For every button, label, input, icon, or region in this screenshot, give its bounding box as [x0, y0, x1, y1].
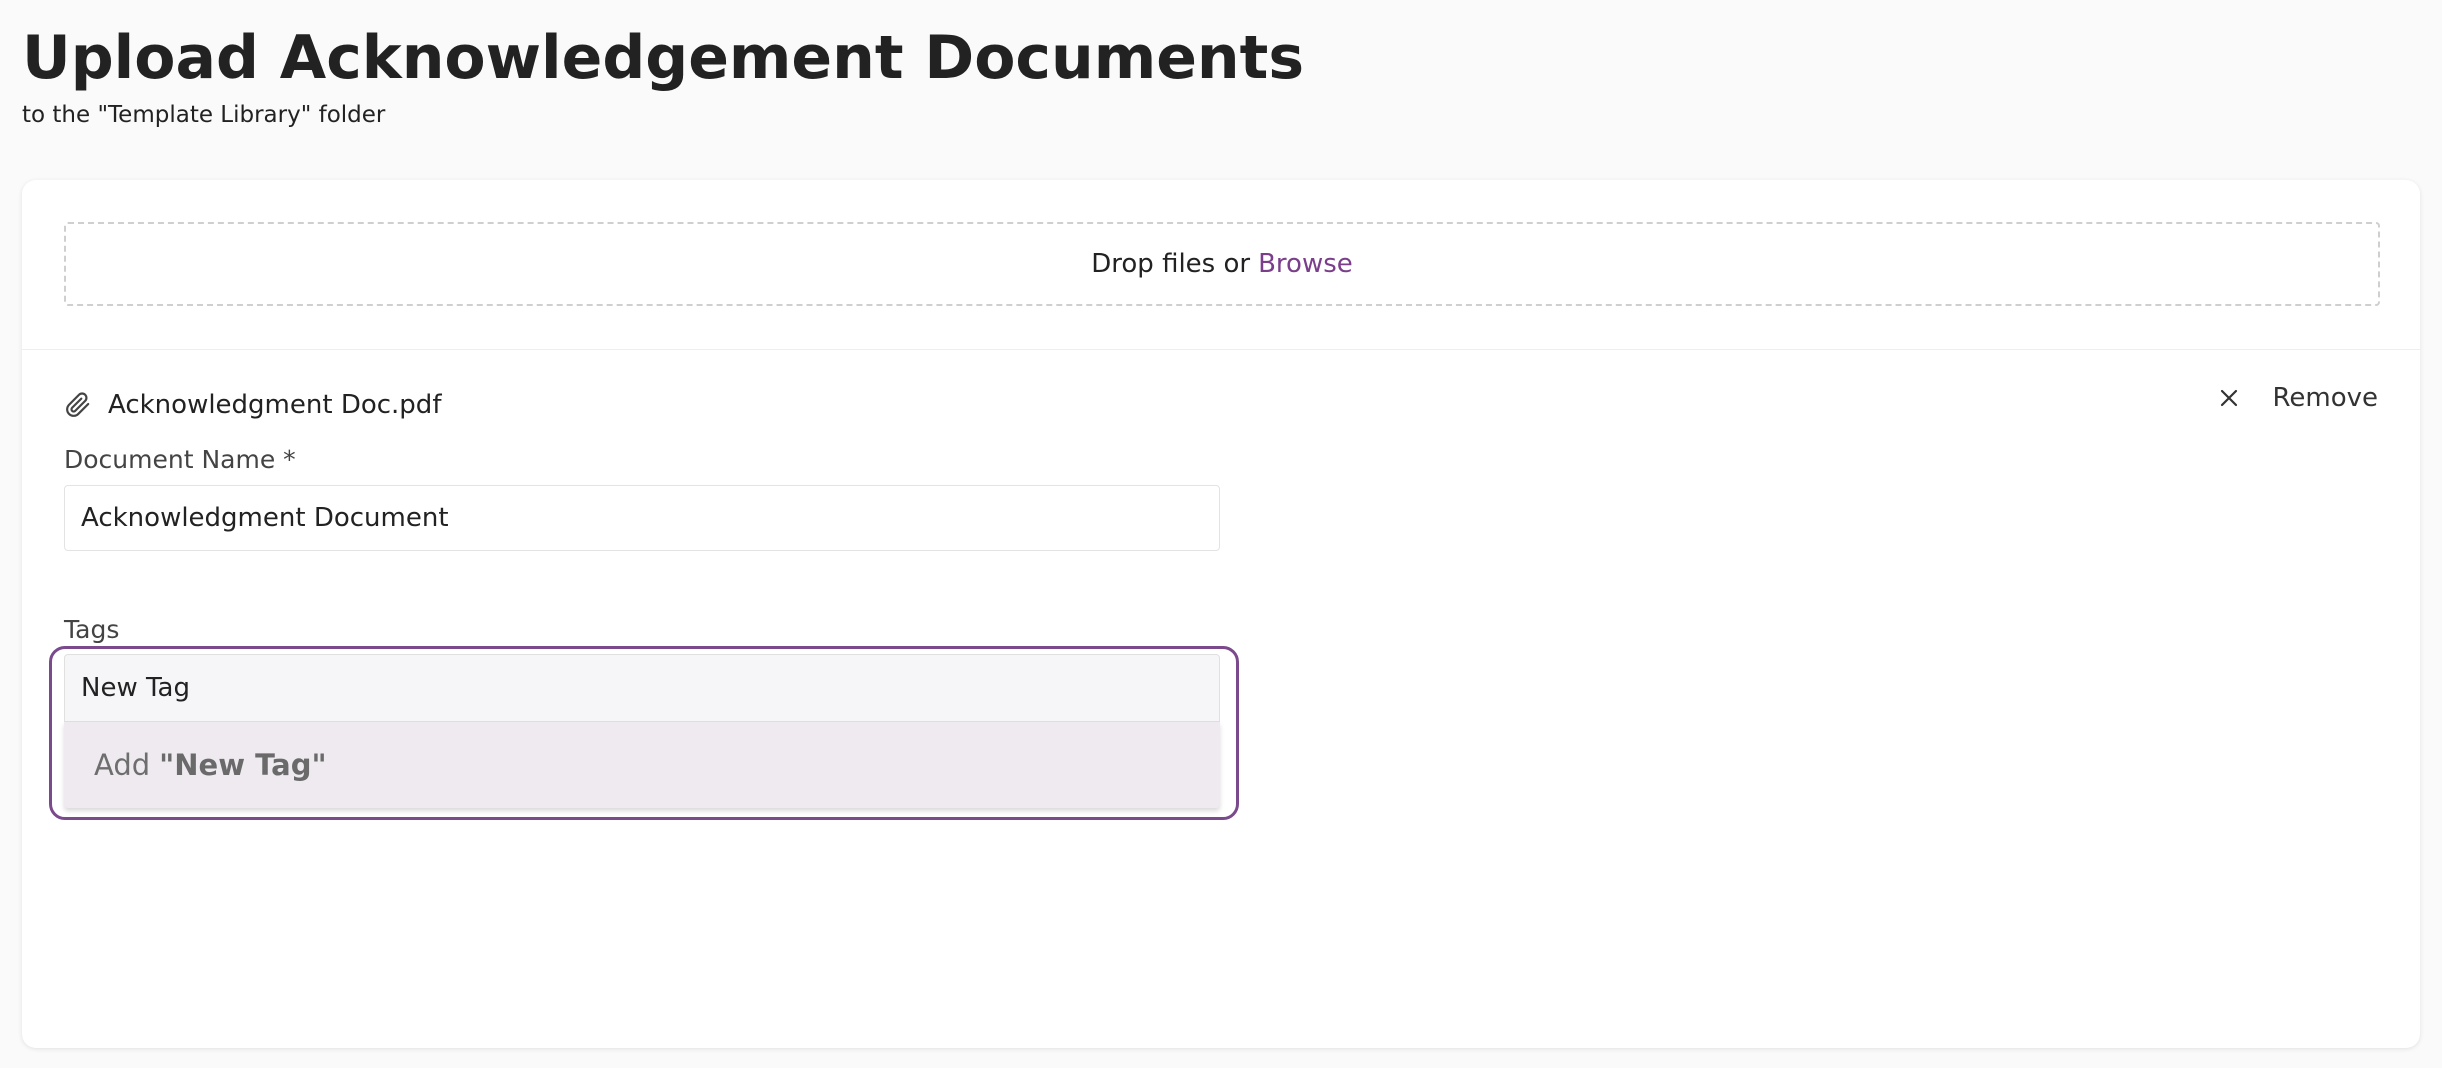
remove-label[interactable]: Remove [2272, 383, 2378, 413]
upload-card: Drop files or Browse Acknowledgment Doc.… [22, 180, 2420, 1048]
add-tag-value: "New Tag" [159, 748, 327, 782]
dropzone-text: Drop files or [1091, 249, 1251, 279]
add-tag-prefix: Add [94, 748, 151, 782]
paperclip-icon [64, 389, 92, 421]
browse-link[interactable]: Browse [1258, 249, 1353, 279]
file-name: Acknowledgment Doc.pdf [108, 390, 442, 420]
page-subtitle: to the "Template Library" folder [22, 102, 386, 128]
remove-file-button[interactable]: Remove [2214, 378, 2378, 418]
divider [22, 349, 2420, 350]
document-name-label: Document Name * [64, 445, 296, 474]
file-dropzone[interactable]: Drop files or Browse [64, 222, 2380, 306]
tags-input[interactable] [64, 654, 1220, 722]
tags-label: Tags [64, 615, 120, 644]
close-icon[interactable] [2214, 383, 2244, 413]
uploaded-file: Acknowledgment Doc.pdf [64, 385, 441, 425]
add-tag-option[interactable]: Add "New Tag" [64, 722, 1220, 808]
document-name-input[interactable] [64, 485, 1220, 551]
page-title: Upload Acknowledgement Documents [22, 23, 1305, 93]
